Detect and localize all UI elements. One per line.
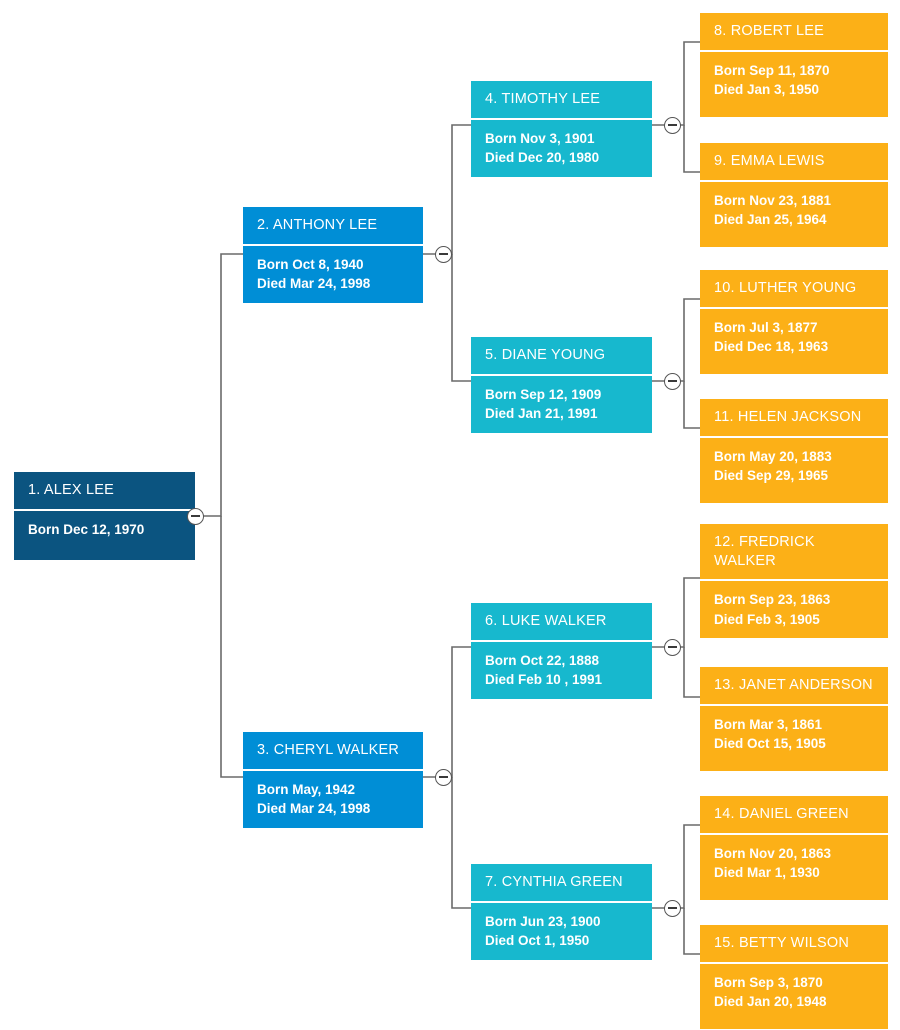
person-name-13: 13. JANET ANDERSON (714, 677, 873, 693)
person-died-8: Died Jan 3, 1950 (714, 82, 820, 98)
person-dates-10: Born Jul 3, 1877 Died Dec 18, 1963 (700, 309, 888, 374)
person-born-9: Born Nov 23, 1881 (714, 192, 832, 208)
person-dates-11: Born May 20, 1883 Died Sep 29, 1965 (700, 438, 888, 503)
person-name-10: 10. LUTHER YOUNG (714, 280, 857, 296)
person-name-9: 9. EMMA LEWIS (714, 153, 825, 169)
person-name-8: 8. ROBERT LEE (714, 23, 825, 39)
person-dates-15: Born Sep 3, 1870 Died Jan 20, 1948 (700, 964, 888, 1029)
person-died-13: Died Oct 15, 1905 (714, 736, 826, 752)
person-born-13: Born Mar 3, 1861 (714, 716, 823, 732)
person-dates-2: Born Oct 8, 1940 Died Mar 24, 1998 (243, 246, 423, 303)
person-node-8[interactable]: 8. ROBERT LEE Born Sep 11, 1870 Died Jan… (700, 13, 888, 117)
person-name-14: 14. DANIEL GREEN (714, 806, 849, 822)
collapse-toggle-node-3[interactable] (434, 768, 452, 786)
person-name-11: 11. HELEN JACKSON (714, 409, 862, 425)
person-node-15[interactable]: 15. BETTY WILSON Born Sep 3, 1870 Died J… (700, 925, 888, 1029)
person-name-7: 7. CYNTHIA GREEN (485, 874, 623, 890)
family-tree-diagram: 1. ALEX LEE Born Dec 12, 1970 2. ANTHONY… (0, 0, 900, 1030)
person-died-7: Died Oct 1, 1950 (485, 933, 590, 949)
person-node-13[interactable]: 13. JANET ANDERSON Born Mar 3, 1861 Died… (700, 667, 888, 771)
person-node-4[interactable]: 4. TIMOTHY LEE Born Nov 3, 1901 Died Dec… (471, 81, 652, 177)
collapse-toggle-node-2[interactable] (434, 245, 452, 263)
person-died-11: Died Sep 29, 1965 (714, 468, 829, 484)
person-dates-9: Born Nov 23, 1881 Died Jan 25, 1964 (700, 182, 888, 247)
person-name-12: 12. FREDRICK WALKER (714, 534, 815, 569)
person-died-9: Died Jan 25, 1964 (714, 212, 827, 228)
person-node-10[interactable]: 10. LUTHER YOUNG Born Jul 3, 1877 Died D… (700, 270, 888, 374)
person-name-5: 5. DIANE YOUNG (485, 347, 606, 363)
person-born-1: Born Dec 12, 1970 (28, 521, 145, 537)
person-born-5: Born Sep 12, 1909 (485, 386, 602, 402)
person-name-6: 6. LUKE WALKER (485, 613, 607, 629)
person-born-3: Born May, 1942 (257, 781, 356, 797)
collapse-toggle-node-6[interactable] (663, 638, 681, 656)
person-born-4: Born Nov 3, 1901 (485, 130, 595, 146)
person-died-15: Died Jan 20, 1948 (714, 994, 827, 1010)
person-born-14: Born Nov 20, 1863 (714, 845, 832, 861)
person-node-1[interactable]: 1. ALEX LEE Born Dec 12, 1970 (14, 472, 195, 560)
person-dates-7: Born Jun 23, 1900 Died Oct 1, 1950 (471, 903, 652, 960)
person-dates-5: Born Sep 12, 1909 Died Jan 21, 1991 (471, 376, 652, 433)
person-dates-13: Born Mar 3, 1861 Died Oct 15, 1905 (700, 706, 888, 771)
collapse-toggle-node-1[interactable] (186, 507, 204, 525)
collapse-toggle-node-5[interactable] (663, 372, 681, 390)
person-name-15: 15. BETTY WILSON (714, 935, 850, 951)
person-dates-12: Born Sep 23, 1863 Died Feb 3, 1905 (700, 581, 888, 638)
person-died-5: Died Jan 21, 1991 (485, 406, 598, 422)
person-died-6: Died Feb 10 , 1991 (485, 672, 603, 688)
person-died-3: Died Mar 24, 1998 (257, 801, 371, 817)
person-name-3: 3. CHERYL WALKER (257, 742, 400, 758)
person-died-12: Died Feb 3, 1905 (714, 611, 820, 627)
person-born-10: Born Jul 3, 1877 (714, 319, 818, 335)
person-born-11: Born May 20, 1883 (714, 448, 832, 464)
collapse-toggle-node-4[interactable] (663, 116, 681, 134)
person-born-8: Born Sep 11, 1870 (714, 62, 830, 78)
person-died-14: Died Mar 1, 1930 (714, 865, 820, 881)
person-name-4: 4. TIMOTHY LEE (485, 91, 601, 107)
person-node-14[interactable]: 14. DANIEL GREEN Born Nov 20, 1863 Died … (700, 796, 888, 900)
person-born-7: Born Jun 23, 1900 (485, 913, 601, 929)
person-dates-6: Born Oct 22, 1888 Died Feb 10 , 1991 (471, 642, 652, 699)
person-born-2: Born Oct 8, 1940 (257, 256, 364, 272)
person-born-12: Born Sep 23, 1863 (714, 592, 831, 608)
person-node-9[interactable]: 9. EMMA LEWIS Born Nov 23, 1881 Died Jan… (700, 143, 888, 247)
person-died-10: Died Dec 18, 1963 (714, 339, 829, 355)
person-dates-8: Born Sep 11, 1870 Died Jan 3, 1950 (700, 52, 888, 117)
person-node-5[interactable]: 5. DIANE YOUNG Born Sep 12, 1909 Died Ja… (471, 337, 652, 433)
person-dates-4: Born Nov 3, 1901 Died Dec 20, 1980 (471, 120, 652, 177)
person-node-12[interactable]: 12. FREDRICK WALKER Born Sep 23, 1863 Di… (700, 524, 888, 638)
person-node-7[interactable]: 7. CYNTHIA GREEN Born Jun 23, 1900 Died … (471, 864, 652, 960)
person-node-3[interactable]: 3. CHERYL WALKER Born May, 1942 Died Mar… (243, 732, 423, 828)
person-node-2[interactable]: 2. ANTHONY LEE Born Oct 8, 1940 Died Mar… (243, 207, 423, 303)
person-born-15: Born Sep 3, 1870 (714, 974, 823, 990)
person-node-6[interactable]: 6. LUKE WALKER Born Oct 22, 1888 Died Fe… (471, 603, 652, 699)
person-dates-1: Born Dec 12, 1970 (14, 511, 195, 560)
person-name-2: 2. ANTHONY LEE (257, 217, 378, 233)
collapse-toggle-node-7[interactable] (663, 899, 681, 917)
person-dates-14: Born Nov 20, 1863 Died Mar 1, 1930 (700, 835, 888, 900)
person-name-1: 1. ALEX LEE (28, 482, 115, 498)
person-died-4: Died Dec 20, 1980 (485, 150, 600, 166)
person-born-6: Born Oct 22, 1888 (485, 652, 600, 668)
person-node-11[interactable]: 11. HELEN JACKSON Born May 20, 1883 Died… (700, 399, 888, 503)
person-dates-3: Born May, 1942 Died Mar 24, 1998 (243, 771, 423, 828)
person-died-2: Died Mar 24, 1998 (257, 276, 371, 292)
